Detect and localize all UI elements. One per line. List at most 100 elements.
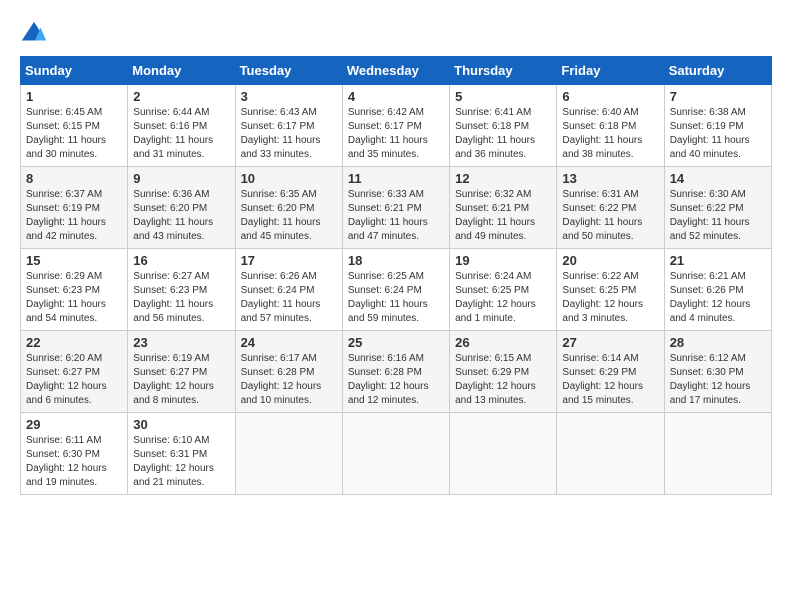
day-number: 3	[241, 89, 337, 104]
day-info: Sunrise: 6:38 AM Sunset: 6:19 PM Dayligh…	[670, 106, 766, 162]
day-info: Sunrise: 6:30 AM Sunset: 6:22 PM Dayligh…	[670, 188, 766, 244]
day-info: Sunrise: 6:35 AM Sunset: 6:20 PM Dayligh…	[241, 188, 337, 244]
calendar-cell: 14 Sunrise: 6:30 AM Sunset: 6:22 PM Dayl…	[664, 167, 771, 249]
calendar-cell: 12 Sunrise: 6:32 AM Sunset: 6:21 PM Dayl…	[450, 167, 557, 249]
day-number: 27	[562, 335, 658, 350]
day-number: 5	[455, 89, 551, 104]
calendar-cell: 18 Sunrise: 6:25 AM Sunset: 6:24 PM Dayl…	[342, 249, 449, 331]
day-info: Sunrise: 6:43 AM Sunset: 6:17 PM Dayligh…	[241, 106, 337, 162]
logo-icon	[20, 20, 48, 48]
day-number: 4	[348, 89, 444, 104]
calendar-cell: 21 Sunrise: 6:21 AM Sunset: 6:26 PM Dayl…	[664, 249, 771, 331]
calendar-cell: 16 Sunrise: 6:27 AM Sunset: 6:23 PM Dayl…	[128, 249, 235, 331]
calendar-cell: 2 Sunrise: 6:44 AM Sunset: 6:16 PM Dayli…	[128, 85, 235, 167]
day-info: Sunrise: 6:22 AM Sunset: 6:25 PM Dayligh…	[562, 270, 658, 326]
day-number: 21	[670, 253, 766, 268]
calendar-cell: 26 Sunrise: 6:15 AM Sunset: 6:29 PM Dayl…	[450, 331, 557, 413]
day-info: Sunrise: 6:15 AM Sunset: 6:29 PM Dayligh…	[455, 352, 551, 408]
day-info: Sunrise: 6:42 AM Sunset: 6:17 PM Dayligh…	[348, 106, 444, 162]
day-info: Sunrise: 6:20 AM Sunset: 6:27 PM Dayligh…	[26, 352, 122, 408]
calendar-cell	[235, 413, 342, 495]
day-number: 18	[348, 253, 444, 268]
weekday-header-friday: Friday	[557, 57, 664, 85]
day-info: Sunrise: 6:21 AM Sunset: 6:26 PM Dayligh…	[670, 270, 766, 326]
calendar-cell	[664, 413, 771, 495]
day-number: 23	[133, 335, 229, 350]
day-number: 12	[455, 171, 551, 186]
calendar-cell: 13 Sunrise: 6:31 AM Sunset: 6:22 PM Dayl…	[557, 167, 664, 249]
calendar-cell: 5 Sunrise: 6:41 AM Sunset: 6:18 PM Dayli…	[450, 85, 557, 167]
day-info: Sunrise: 6:31 AM Sunset: 6:22 PM Dayligh…	[562, 188, 658, 244]
calendar-cell: 22 Sunrise: 6:20 AM Sunset: 6:27 PM Dayl…	[21, 331, 128, 413]
day-number: 7	[670, 89, 766, 104]
day-number: 24	[241, 335, 337, 350]
day-info: Sunrise: 6:14 AM Sunset: 6:29 PM Dayligh…	[562, 352, 658, 408]
calendar-cell: 6 Sunrise: 6:40 AM Sunset: 6:18 PM Dayli…	[557, 85, 664, 167]
weekday-header-monday: Monday	[128, 57, 235, 85]
weekday-header-thursday: Thursday	[450, 57, 557, 85]
day-number: 2	[133, 89, 229, 104]
day-number: 14	[670, 171, 766, 186]
day-number: 25	[348, 335, 444, 350]
day-number: 13	[562, 171, 658, 186]
day-number: 15	[26, 253, 122, 268]
day-info: Sunrise: 6:29 AM Sunset: 6:23 PM Dayligh…	[26, 270, 122, 326]
day-number: 8	[26, 171, 122, 186]
day-number: 19	[455, 253, 551, 268]
day-info: Sunrise: 6:25 AM Sunset: 6:24 PM Dayligh…	[348, 270, 444, 326]
day-number: 30	[133, 417, 229, 432]
day-number: 29	[26, 417, 122, 432]
logo	[20, 20, 52, 48]
day-info: Sunrise: 6:33 AM Sunset: 6:21 PM Dayligh…	[348, 188, 444, 244]
day-number: 26	[455, 335, 551, 350]
day-info: Sunrise: 6:40 AM Sunset: 6:18 PM Dayligh…	[562, 106, 658, 162]
day-number: 9	[133, 171, 229, 186]
day-number: 17	[241, 253, 337, 268]
weekday-header-tuesday: Tuesday	[235, 57, 342, 85]
day-info: Sunrise: 6:11 AM Sunset: 6:30 PM Dayligh…	[26, 434, 122, 490]
calendar-cell: 17 Sunrise: 6:26 AM Sunset: 6:24 PM Dayl…	[235, 249, 342, 331]
day-info: Sunrise: 6:19 AM Sunset: 6:27 PM Dayligh…	[133, 352, 229, 408]
calendar-cell: 4 Sunrise: 6:42 AM Sunset: 6:17 PM Dayli…	[342, 85, 449, 167]
day-number: 11	[348, 171, 444, 186]
day-info: Sunrise: 6:12 AM Sunset: 6:30 PM Dayligh…	[670, 352, 766, 408]
day-number: 10	[241, 171, 337, 186]
weekday-header-saturday: Saturday	[664, 57, 771, 85]
day-number: 1	[26, 89, 122, 104]
day-info: Sunrise: 6:32 AM Sunset: 6:21 PM Dayligh…	[455, 188, 551, 244]
day-number: 16	[133, 253, 229, 268]
calendar-cell: 3 Sunrise: 6:43 AM Sunset: 6:17 PM Dayli…	[235, 85, 342, 167]
day-info: Sunrise: 6:37 AM Sunset: 6:19 PM Dayligh…	[26, 188, 122, 244]
calendar-cell: 9 Sunrise: 6:36 AM Sunset: 6:20 PM Dayli…	[128, 167, 235, 249]
calendar-cell: 11 Sunrise: 6:33 AM Sunset: 6:21 PM Dayl…	[342, 167, 449, 249]
calendar-cell: 15 Sunrise: 6:29 AM Sunset: 6:23 PM Dayl…	[21, 249, 128, 331]
calendar-cell: 28 Sunrise: 6:12 AM Sunset: 6:30 PM Dayl…	[664, 331, 771, 413]
day-number: 20	[562, 253, 658, 268]
calendar-cell: 10 Sunrise: 6:35 AM Sunset: 6:20 PM Dayl…	[235, 167, 342, 249]
day-info: Sunrise: 6:41 AM Sunset: 6:18 PM Dayligh…	[455, 106, 551, 162]
calendar-cell: 19 Sunrise: 6:24 AM Sunset: 6:25 PM Dayl…	[450, 249, 557, 331]
calendar-cell: 25 Sunrise: 6:16 AM Sunset: 6:28 PM Dayl…	[342, 331, 449, 413]
day-info: Sunrise: 6:10 AM Sunset: 6:31 PM Dayligh…	[133, 434, 229, 490]
day-info: Sunrise: 6:27 AM Sunset: 6:23 PM Dayligh…	[133, 270, 229, 326]
calendar: SundayMondayTuesdayWednesdayThursdayFrid…	[20, 56, 772, 495]
calendar-cell: 30 Sunrise: 6:10 AM Sunset: 6:31 PM Dayl…	[128, 413, 235, 495]
calendar-cell: 29 Sunrise: 6:11 AM Sunset: 6:30 PM Dayl…	[21, 413, 128, 495]
day-info: Sunrise: 6:16 AM Sunset: 6:28 PM Dayligh…	[348, 352, 444, 408]
calendar-cell: 27 Sunrise: 6:14 AM Sunset: 6:29 PM Dayl…	[557, 331, 664, 413]
day-info: Sunrise: 6:17 AM Sunset: 6:28 PM Dayligh…	[241, 352, 337, 408]
calendar-cell	[450, 413, 557, 495]
day-info: Sunrise: 6:26 AM Sunset: 6:24 PM Dayligh…	[241, 270, 337, 326]
day-info: Sunrise: 6:24 AM Sunset: 6:25 PM Dayligh…	[455, 270, 551, 326]
day-info: Sunrise: 6:44 AM Sunset: 6:16 PM Dayligh…	[133, 106, 229, 162]
calendar-cell: 1 Sunrise: 6:45 AM Sunset: 6:15 PM Dayli…	[21, 85, 128, 167]
day-number: 28	[670, 335, 766, 350]
calendar-cell: 7 Sunrise: 6:38 AM Sunset: 6:19 PM Dayli…	[664, 85, 771, 167]
calendar-cell	[342, 413, 449, 495]
calendar-cell: 8 Sunrise: 6:37 AM Sunset: 6:19 PM Dayli…	[21, 167, 128, 249]
day-number: 6	[562, 89, 658, 104]
weekday-header-sunday: Sunday	[21, 57, 128, 85]
calendar-cell: 20 Sunrise: 6:22 AM Sunset: 6:25 PM Dayl…	[557, 249, 664, 331]
day-info: Sunrise: 6:45 AM Sunset: 6:15 PM Dayligh…	[26, 106, 122, 162]
day-number: 22	[26, 335, 122, 350]
